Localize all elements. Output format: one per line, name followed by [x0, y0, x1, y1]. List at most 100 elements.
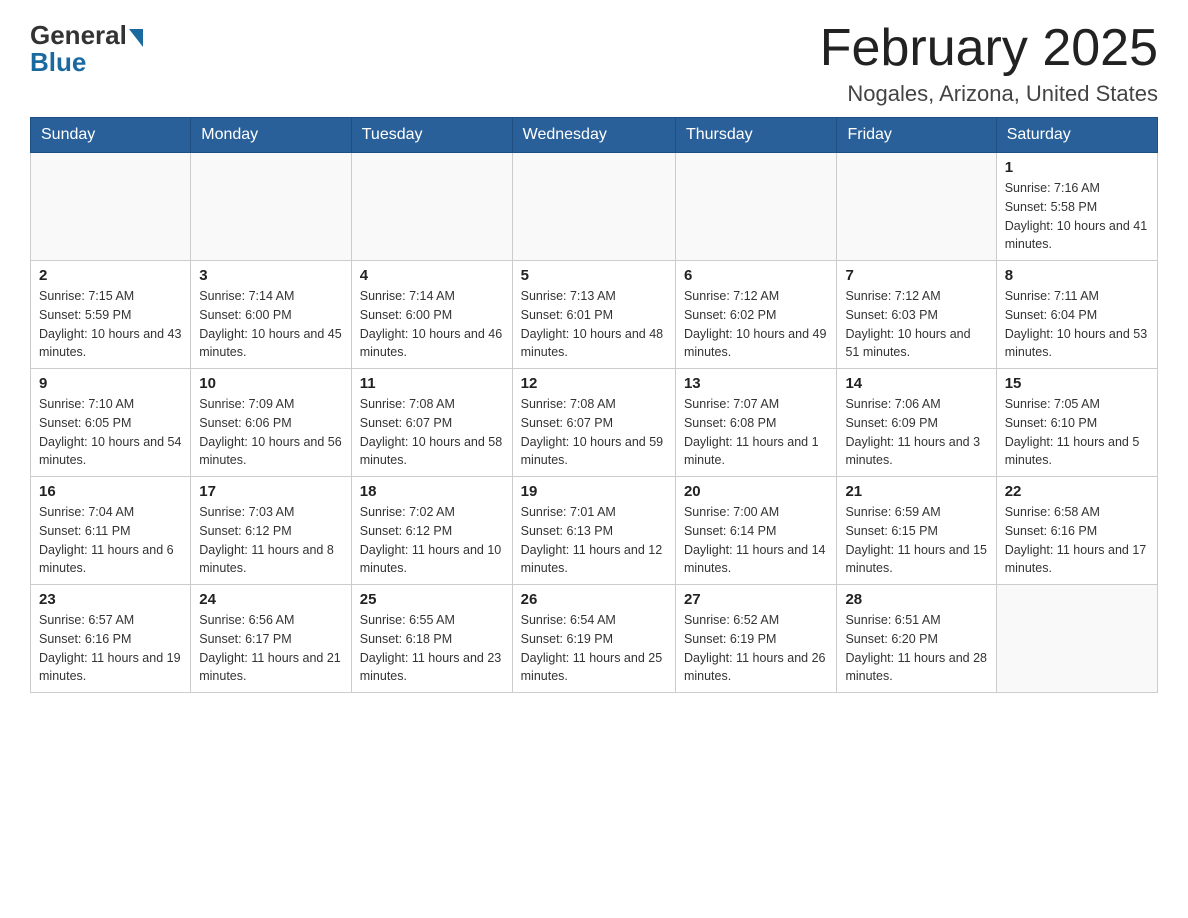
day-number: 11: [360, 375, 504, 392]
day-info: Sunrise: 6:57 AMSunset: 6:16 PMDaylight:…: [39, 611, 182, 686]
day-info: Sunrise: 7:14 AMSunset: 6:00 PMDaylight:…: [199, 287, 343, 362]
day-number: 20: [684, 483, 829, 500]
calendar-cell: [675, 153, 837, 261]
day-number: 22: [1005, 483, 1149, 500]
day-number: 8: [1005, 267, 1149, 284]
header-sunday: Sunday: [31, 118, 191, 153]
calendar-cell: 17 Sunrise: 7:03 AMSunset: 6:12 PMDayligh…: [191, 477, 352, 585]
calendar-header-row: SundayMondayTuesdayWednesdayThursdayFrid…: [31, 118, 1158, 153]
day-number: 21: [845, 483, 987, 500]
day-info: Sunrise: 7:10 AMSunset: 6:05 PMDaylight:…: [39, 395, 182, 470]
calendar-cell: 14 Sunrise: 7:06 AMSunset: 6:09 PMDayligh…: [837, 369, 996, 477]
header-thursday: Thursday: [675, 118, 837, 153]
calendar-cell: 26 Sunrise: 6:54 AMSunset: 6:19 PMDayligh…: [512, 585, 675, 693]
day-info: Sunrise: 7:00 AMSunset: 6:14 PMDaylight:…: [684, 503, 829, 578]
day-number: 13: [684, 375, 829, 392]
day-number: 5: [521, 267, 667, 284]
day-number: 9: [39, 375, 182, 392]
day-info: Sunrise: 7:12 AMSunset: 6:02 PMDaylight:…: [684, 287, 829, 362]
header-wednesday: Wednesday: [512, 118, 675, 153]
day-number: 28: [845, 591, 987, 608]
day-info: Sunrise: 7:11 AMSunset: 6:04 PMDaylight:…: [1005, 287, 1149, 362]
day-info: Sunrise: 7:08 AMSunset: 6:07 PMDaylight:…: [360, 395, 504, 470]
day-number: 27: [684, 591, 829, 608]
day-number: 6: [684, 267, 829, 284]
calendar-cell: 6 Sunrise: 7:12 AMSunset: 6:02 PMDaylight…: [675, 261, 837, 369]
day-number: 14: [845, 375, 987, 392]
calendar-cell: 28 Sunrise: 6:51 AMSunset: 6:20 PMDayligh…: [837, 585, 996, 693]
day-info: Sunrise: 6:59 AMSunset: 6:15 PMDaylight:…: [845, 503, 987, 578]
day-info: Sunrise: 7:12 AMSunset: 6:03 PMDaylight:…: [845, 287, 987, 362]
day-info: Sunrise: 7:08 AMSunset: 6:07 PMDaylight:…: [521, 395, 667, 470]
calendar-cell: 7 Sunrise: 7:12 AMSunset: 6:03 PMDaylight…: [837, 261, 996, 369]
day-number: 3: [199, 267, 343, 284]
calendar-cell: 4Sunrise: 7:14 AMSunset: 6:00 PMDaylight…: [351, 261, 512, 369]
calendar-cell: [31, 153, 191, 261]
day-number: 25: [360, 591, 504, 608]
week-row-2: 2 Sunrise: 7:15 AMSunset: 5:59 PMDaylight…: [31, 261, 1158, 369]
logo-arrow-icon: [129, 29, 143, 47]
calendar-cell: 10 Sunrise: 7:09 AMSunset: 6:06 PMDayligh…: [191, 369, 352, 477]
logo: General Blue: [30, 20, 143, 78]
week-row-3: 9 Sunrise: 7:10 AMSunset: 6:05 PMDaylight…: [31, 369, 1158, 477]
day-info: Sunrise: 6:54 AMSunset: 6:19 PMDaylight:…: [521, 611, 667, 686]
day-info: Sunrise: 7:06 AMSunset: 6:09 PMDaylight:…: [845, 395, 987, 470]
calendar-cell: 27 Sunrise: 6:52 AMSunset: 6:19 PMDayligh…: [675, 585, 837, 693]
calendar-cell: [512, 153, 675, 261]
calendar-cell: [191, 153, 352, 261]
day-number: 26: [521, 591, 667, 608]
header-friday: Friday: [837, 118, 996, 153]
calendar-cell: 8 Sunrise: 7:11 AMSunset: 6:04 PMDaylight…: [996, 261, 1157, 369]
calendar-cell: [351, 153, 512, 261]
calendar-cell: 3 Sunrise: 7:14 AMSunset: 6:00 PMDaylight…: [191, 261, 352, 369]
calendar-cell: 23 Sunrise: 6:57 AMSunset: 6:16 PMDayligh…: [31, 585, 191, 693]
day-number: 7: [845, 267, 987, 284]
day-info: Sunrise: 7:16 AMSunset: 5:58 PMDaylight:…: [1005, 179, 1149, 254]
calendar-cell: 5 Sunrise: 7:13 AMSunset: 6:01 PMDaylight…: [512, 261, 675, 369]
day-info: Sunrise: 7:04 AMSunset: 6:11 PMDaylight:…: [39, 503, 182, 578]
calendar-cell: 18Sunrise: 7:02 AMSunset: 6:12 PMDayligh…: [351, 477, 512, 585]
location-subtitle: Nogales, Arizona, United States: [820, 81, 1158, 107]
day-number: 1: [1005, 159, 1149, 176]
day-info: Sunrise: 6:51 AMSunset: 6:20 PMDaylight:…: [845, 611, 987, 686]
week-row-5: 23 Sunrise: 6:57 AMSunset: 6:16 PMDayligh…: [31, 585, 1158, 693]
header-saturday: Saturday: [996, 118, 1157, 153]
day-number: 12: [521, 375, 667, 392]
calendar-cell: 25 Sunrise: 6:55 AMSunset: 6:18 PMDayligh…: [351, 585, 512, 693]
day-info: Sunrise: 7:03 AMSunset: 6:12 PMDaylight:…: [199, 503, 343, 578]
week-row-1: 1 Sunrise: 7:16 AMSunset: 5:58 PMDaylight…: [31, 153, 1158, 261]
day-info: Sunrise: 6:56 AMSunset: 6:17 PMDaylight:…: [199, 611, 343, 686]
calendar-cell: 21 Sunrise: 6:59 AMSunset: 6:15 PMDayligh…: [837, 477, 996, 585]
day-info: Sunrise: 7:07 AMSunset: 6:08 PMDaylight:…: [684, 395, 829, 470]
week-row-4: 16 Sunrise: 7:04 AMSunset: 6:11 PMDayligh…: [31, 477, 1158, 585]
calendar-cell: 19Sunrise: 7:01 AMSunset: 6:13 PMDayligh…: [512, 477, 675, 585]
calendar-cell: 11 Sunrise: 7:08 AMSunset: 6:07 PMDayligh…: [351, 369, 512, 477]
day-number: 23: [39, 591, 182, 608]
day-info: Sunrise: 7:14 AMSunset: 6:00 PMDaylight:…: [360, 287, 504, 362]
calendar-cell: 20 Sunrise: 7:00 AMSunset: 6:14 PMDayligh…: [675, 477, 837, 585]
header-monday: Monday: [191, 118, 352, 153]
calendar-cell: 1 Sunrise: 7:16 AMSunset: 5:58 PMDaylight…: [996, 153, 1157, 261]
calendar-cell: 22 Sunrise: 6:58 AMSunset: 6:16 PMDayligh…: [996, 477, 1157, 585]
day-info: Sunrise: 7:05 AMSunset: 6:10 PMDaylight:…: [1005, 395, 1149, 470]
day-number: 2: [39, 267, 182, 284]
day-info: Sunrise: 6:58 AMSunset: 6:16 PMDaylight:…: [1005, 503, 1149, 578]
day-number: 17: [199, 483, 343, 500]
month-title: February 2025: [820, 20, 1158, 77]
calendar-cell: 15Sunrise: 7:05 AMSunset: 6:10 PMDayligh…: [996, 369, 1157, 477]
day-info: Sunrise: 7:02 AMSunset: 6:12 PMDaylight:…: [360, 503, 504, 578]
calendar-cell: 2 Sunrise: 7:15 AMSunset: 5:59 PMDaylight…: [31, 261, 191, 369]
calendar-cell: 16 Sunrise: 7:04 AMSunset: 6:11 PMDayligh…: [31, 477, 191, 585]
day-info: Sunrise: 7:15 AMSunset: 5:59 PMDaylight:…: [39, 287, 182, 362]
day-number: 10: [199, 375, 343, 392]
calendar-cell: [837, 153, 996, 261]
day-info: Sunrise: 6:55 AMSunset: 6:18 PMDaylight:…: [360, 611, 504, 686]
page-header: General Blue February 2025 Nogales, Ariz…: [30, 20, 1158, 107]
day-info: Sunrise: 7:13 AMSunset: 6:01 PMDaylight:…: [521, 287, 667, 362]
day-number: 16: [39, 483, 182, 500]
day-number: 24: [199, 591, 343, 608]
day-info: Sunrise: 7:01 AMSunset: 6:13 PMDaylight:…: [521, 503, 667, 578]
day-info: Sunrise: 7:09 AMSunset: 6:06 PMDaylight:…: [199, 395, 343, 470]
calendar-cell: 13 Sunrise: 7:07 AMSunset: 6:08 PMDayligh…: [675, 369, 837, 477]
day-info: Sunrise: 6:52 AMSunset: 6:19 PMDaylight:…: [684, 611, 829, 686]
